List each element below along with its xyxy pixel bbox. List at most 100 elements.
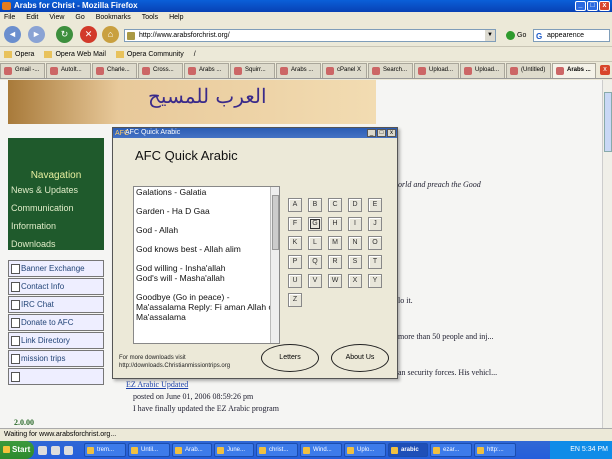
maximize-button[interactable]: □ [587, 1, 598, 11]
letter-key-e[interactable]: E [368, 198, 382, 212]
link-irc-chat[interactable]: IRC Chat [8, 296, 104, 313]
stop-icon[interactable]: ✕ [80, 26, 97, 43]
tab-upload-1[interactable]: Upload... [414, 63, 459, 78]
link-banner-exchange[interactable]: Banner Exchange [8, 260, 104, 277]
list-item[interactable]: God knows best - Allah alim [134, 244, 279, 254]
list-item[interactable]: God willing - Insha'allah God's will - M… [134, 263, 279, 283]
menu-view[interactable]: View [49, 12, 64, 23]
start-button[interactable]: Start [0, 441, 34, 459]
back-icon[interactable]: ◄ [4, 26, 21, 43]
menu-go[interactable]: Go [75, 12, 84, 23]
forward-icon[interactable]: ► [28, 26, 45, 43]
link-directory[interactable]: Link Directory [8, 332, 104, 349]
close-button[interactable]: x [599, 1, 610, 11]
close-tab-icon[interactable]: x [600, 65, 610, 75]
language-indicator[interactable]: EN [570, 446, 580, 453]
bookmark-opera-web-mail[interactable]: Opera Web Mail [44, 48, 105, 61]
tab-upload-2[interactable]: Upload... [460, 63, 505, 78]
quick-launch-icon[interactable] [38, 445, 47, 455]
letter-key-t[interactable]: T [368, 255, 382, 269]
menu-edit[interactable]: Edit [26, 12, 38, 23]
home-icon[interactable]: ⌂ [102, 26, 119, 43]
taskbar-button[interactable]: Until... [128, 443, 170, 457]
bookmark-opera-community[interactable]: Opera Community [116, 48, 184, 61]
list-scrollbar-thumb[interactable] [272, 195, 279, 250]
letter-key-l[interactable]: L [308, 236, 322, 250]
tab-squirr[interactable]: Squirr... [230, 63, 275, 78]
bookmark-opera[interactable]: Opera [4, 48, 34, 61]
quick-launch-icon[interactable] [64, 445, 73, 455]
tab-arabs-active[interactable]: Arabs ... [552, 63, 596, 78]
letter-key-k[interactable]: K [288, 236, 302, 250]
search-input[interactable]: G appearence [533, 29, 610, 42]
link-contact-info[interactable]: Contact Info [8, 278, 104, 295]
taskbar-button[interactable]: http:... [474, 443, 516, 457]
letter-key-n[interactable]: N [348, 236, 362, 250]
menu-file[interactable]: File [4, 12, 15, 23]
tab-gmail[interactable]: Gmail -... [0, 63, 45, 78]
letter-key-m[interactable]: M [328, 236, 342, 250]
sidebar-item-downloads[interactable]: Downloads [8, 235, 104, 253]
tab-arabs-2[interactable]: Arabs ... [276, 63, 321, 78]
letter-key-h[interactable]: H [328, 217, 342, 231]
dialog-maximize-button[interactable]: □ [377, 129, 386, 137]
letter-key-w[interactable]: W [328, 274, 342, 288]
url-input[interactable]: http://www.arabsforchrist.org/ ▼ [124, 29, 496, 42]
phrase-list[interactable]: Galations - Galatia Garden - Ha D Gaa Go… [133, 186, 280, 344]
link-mission-trips[interactable]: mission trips [8, 350, 104, 367]
sidebar-item-communication[interactable]: Communication [8, 199, 104, 217]
letter-key-y[interactable]: Y [368, 274, 382, 288]
letter-key-d[interactable]: D [348, 198, 362, 212]
reload-icon[interactable]: ↻ [56, 26, 73, 43]
taskbar-button[interactable]: trem... [84, 443, 126, 457]
letter-key-b[interactable]: B [308, 198, 322, 212]
dialog-close-button[interactable]: x [387, 129, 396, 137]
taskbar-button[interactable]: Uplo... [344, 443, 386, 457]
taskbar-button[interactable]: christ... [256, 443, 298, 457]
letters-button[interactable]: Letters [261, 344, 319, 372]
sidebar-item-information[interactable]: Information [8, 217, 104, 235]
taskbar-button[interactable]: Wind... [300, 443, 342, 457]
letter-key-j[interactable]: J [368, 217, 382, 231]
letter-key-x[interactable]: X [348, 274, 362, 288]
taskbar-button[interactable]: ezar... [430, 443, 472, 457]
tab-autoit[interactable]: AutoIt... [46, 63, 91, 78]
letter-key-o[interactable]: O [368, 236, 382, 250]
go-button[interactable]: Go [506, 29, 526, 42]
list-item[interactable]: Goodbye (Go in peace) - Ma'assalama Repl… [134, 292, 279, 322]
letter-key-f[interactable]: F [288, 217, 302, 231]
scrollbar-thumb[interactable] [604, 92, 612, 152]
menu-bookmarks[interactable]: Bookmarks [96, 12, 131, 23]
link-empty[interactable] [8, 368, 104, 385]
letter-key-c[interactable]: C [328, 198, 342, 212]
menu-help[interactable]: Help [169, 12, 183, 23]
taskbar-button[interactable]: Arab... [172, 443, 212, 457]
letter-key-z[interactable]: Z [288, 293, 302, 307]
letter-key-a[interactable]: A [288, 198, 302, 212]
letter-key-g[interactable]: G [308, 217, 322, 231]
tab-charle[interactable]: Charle... [92, 63, 137, 78]
page-scrollbar[interactable] [602, 80, 612, 428]
minimize-button[interactable]: _ [575, 1, 586, 11]
tab-arabs-1[interactable]: Arabs ... [184, 63, 229, 78]
letter-key-i[interactable]: I [348, 217, 362, 231]
article-title-link[interactable]: EZ Arabic Updated [126, 380, 188, 389]
tab-cpanel[interactable]: cPanel X [322, 63, 367, 78]
url-dropdown-icon[interactable]: ▼ [485, 30, 495, 41]
link-donate[interactable]: Donate to AFC [8, 314, 104, 331]
sidebar-item-news[interactable]: News & Updates [8, 181, 104, 199]
list-item[interactable]: Garden - Ha D Gaa [134, 206, 279, 216]
tab-cross[interactable]: Cross... [138, 63, 183, 78]
letter-key-r[interactable]: R [328, 255, 342, 269]
letter-key-p[interactable]: P [288, 255, 302, 269]
tab-untitled[interactable]: (Untitled) [506, 63, 551, 78]
dialog-minimize-button[interactable]: _ [367, 129, 376, 137]
list-item[interactable]: Galations - Galatia [134, 187, 279, 197]
taskbar-button[interactable]: arabic [388, 443, 428, 457]
letter-key-q[interactable]: Q [308, 255, 322, 269]
menu-tools[interactable]: Tools [142, 12, 158, 23]
list-item[interactable]: God - Allah [134, 225, 279, 235]
list-scrollbar[interactable] [270, 187, 279, 343]
quick-launch-icon[interactable] [51, 445, 60, 455]
letter-key-u[interactable]: U [288, 274, 302, 288]
